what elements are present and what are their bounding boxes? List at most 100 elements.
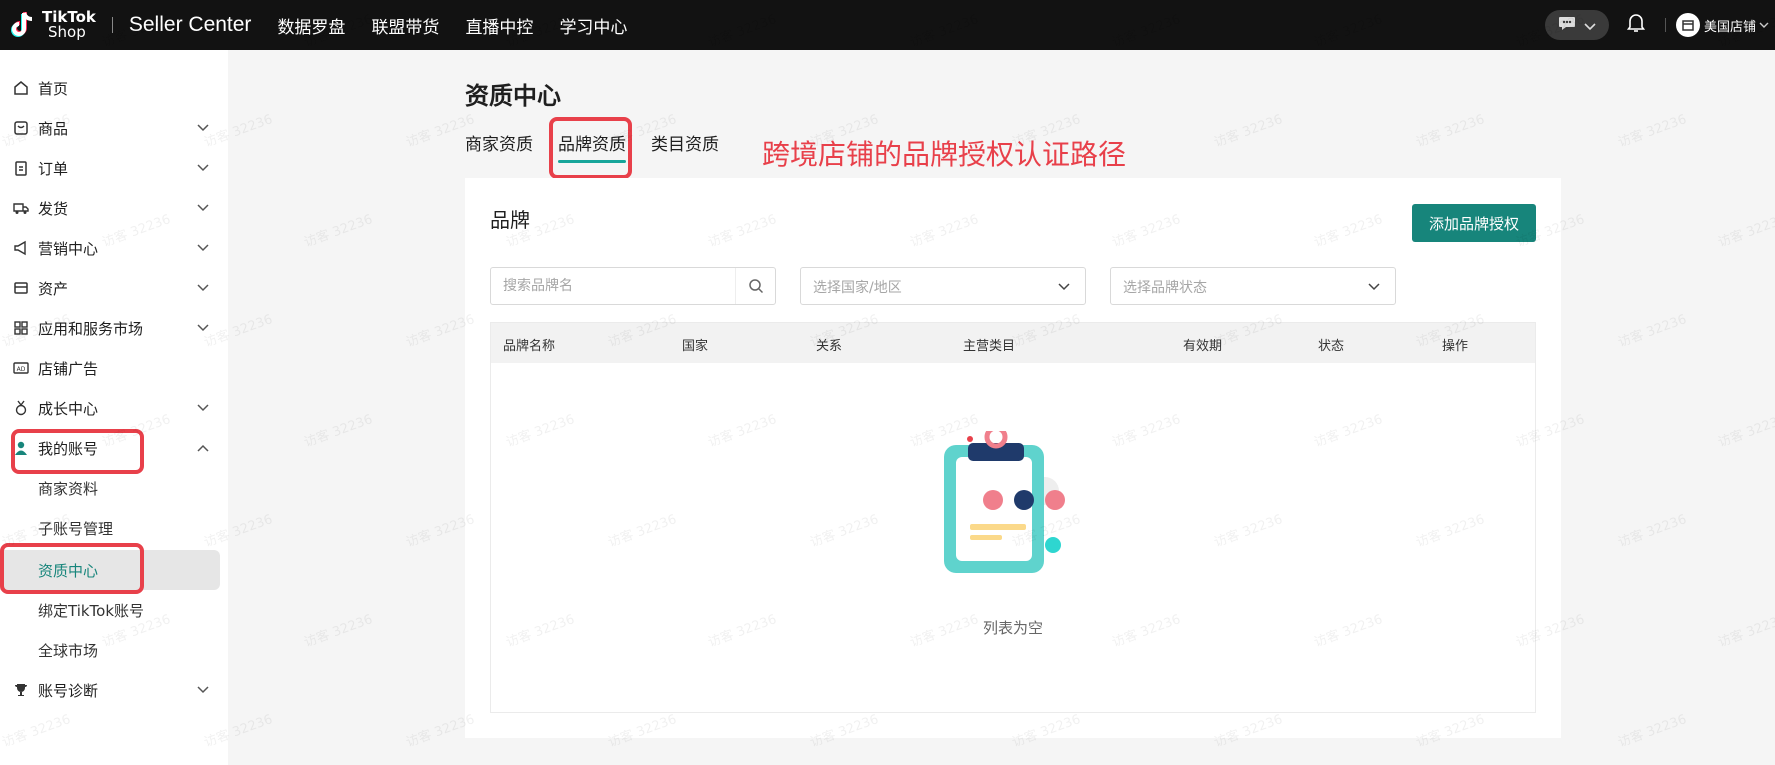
sidebar-item-marketing[interactable]: 营销中心 (0, 228, 220, 268)
country-select[interactable]: 选择国家/地区 (800, 267, 1086, 305)
sidebar-sub-label: 商家资料 (38, 479, 99, 498)
brand-card: 品牌 添加品牌授权 选择国家/地区 选择品牌状态 品牌名称 国家 关系 主营类目… (465, 178, 1561, 738)
chevron-up-icon (197, 444, 209, 452)
sidebar-item-my-account[interactable]: 我的账号 (0, 428, 220, 468)
bell-icon[interactable] (1626, 13, 1646, 37)
store-name: 美国店铺 (1703, 19, 1756, 35)
brand-status-select[interactable]: 选择品牌状态 (1110, 267, 1396, 305)
nav-data-compass[interactable]: 数据罗盘 (277, 13, 345, 38)
add-brand-authorization-button[interactable]: 添加品牌授权 (1412, 204, 1536, 242)
clipboard-icon (13, 160, 29, 176)
logo-divider (111, 17, 113, 33)
chevron-down-icon (197, 284, 209, 292)
watermark-text: 访客 32236 (1716, 612, 1775, 651)
apps-grid-icon (13, 320, 29, 336)
brand-search-input[interactable] (491, 268, 731, 304)
watermark-text: 访客 32236 (1716, 412, 1775, 451)
sidebar-item-label: 店铺广告 (38, 359, 99, 378)
chevron-down-icon (1058, 283, 1070, 291)
sidebar-item-store-ads[interactable]: AD 店铺广告 (0, 348, 220, 388)
truck-icon (13, 200, 29, 216)
sidebar-item-orders[interactable]: 订单 (0, 148, 220, 188)
chevron-down-icon (197, 244, 209, 252)
chevron-down-icon (197, 204, 209, 212)
top-bar: TikTok Shop Seller Center 数据罗盘 联盟带货 直播中控… (0, 0, 1775, 50)
column-header-actions: 操作 (1442, 339, 1469, 354)
annotation-text: 跨境店铺的品牌授权认证路径 (762, 138, 1127, 171)
sidebar-item-label: 首页 (38, 79, 69, 98)
table-header: 品牌名称 国家 关系 主营类目 有效期 状态 操作 (491, 323, 1535, 363)
chevron-down-icon (197, 404, 209, 412)
sidebar-item-products[interactable]: 商品 (0, 108, 220, 148)
user-icon (13, 440, 29, 456)
sidebar-item-assets[interactable]: 资产 (0, 268, 220, 308)
store-switcher[interactable]: 美国店铺 (1675, 13, 1769, 37)
sidebar-item-label: 商品 (38, 119, 69, 138)
brand-table: 品牌名称 国家 关系 主营类目 有效期 状态 操作 列表为空 (490, 322, 1536, 713)
tab-merchant-qualification[interactable]: 商家资质 (465, 130, 533, 155)
sidebar-sub-label: 子账号管理 (38, 519, 114, 538)
sidebar-sub-merchant-info[interactable]: 商家资料 (0, 468, 220, 508)
chevron-down-icon (1584, 16, 1596, 35)
chevron-down-icon (197, 124, 209, 132)
ad-icon: AD (13, 360, 29, 376)
sidebar-sub-label: 全球市场 (38, 641, 99, 660)
chat-button[interactable] (1544, 10, 1609, 40)
sidebar-item-label: 账号诊断 (38, 681, 99, 700)
product-box-icon (13, 120, 29, 136)
search-icon[interactable] (735, 268, 775, 304)
tab-brand-qualification[interactable]: 品牌资质 (558, 130, 626, 163)
sidebar-item-app-market[interactable]: 应用和服务市场 (0, 308, 220, 348)
megaphone-icon (13, 240, 29, 256)
home-icon (13, 80, 29, 96)
sidebar-item-label: 资产 (38, 279, 69, 298)
chevron-down-icon (197, 324, 209, 332)
store-avatar-icon (1675, 13, 1700, 37)
chat-bubble-icon (1558, 15, 1576, 35)
chevron-down-icon (1368, 283, 1380, 291)
sidebar-sub-label: 绑定TikTok账号 (38, 601, 145, 620)
sidebar-item-account-diagnosis[interactable]: 账号诊断 (0, 670, 220, 710)
trophy-icon (13, 682, 29, 698)
wallet-icon (13, 280, 29, 296)
column-header-relation: 关系 (816, 339, 843, 354)
chevron-down-icon (197, 686, 209, 694)
logo-text-line2: Shop (48, 23, 86, 41)
country-select-placeholder: 选择国家/地区 (813, 280, 902, 296)
sidebar-sub-qualification-center[interactable]: 资质中心 (0, 550, 220, 590)
empty-clipboard-icon (940, 425, 1080, 585)
column-header-brand-name: 品牌名称 (503, 339, 556, 354)
watermark-text: 访客 32236 (302, 212, 375, 251)
sidebar-item-shipping[interactable]: 发货 (0, 188, 220, 228)
watermark-text: 访客 32236 (1616, 312, 1689, 351)
tiktok-note-icon (10, 10, 38, 40)
sidebar-item-label: 成长中心 (38, 399, 99, 418)
sidebar-item-label: 我的账号 (38, 439, 99, 458)
sidebar: 首页 商品 订单 发货 营销中心 资产 应用和服务市场 AD 店铺广告 成长中心 (0, 50, 228, 765)
watermark-text: 访客 32236 (1616, 112, 1689, 151)
sidebar-sub-global-market[interactable]: 全球市场 (0, 630, 220, 670)
sidebar-sub-label: 资质中心 (38, 561, 99, 580)
column-header-validity: 有效期 (1183, 339, 1223, 354)
column-header-status: 状态 (1318, 339, 1345, 354)
watermark-text: 访客 32236 (1414, 112, 1487, 151)
column-header-main-category: 主营类目 (963, 339, 1016, 354)
sidebar-sub-bind-tiktok[interactable]: 绑定TikTok账号 (0, 590, 220, 630)
sidebar-sub-subaccounts[interactable]: 子账号管理 (0, 508, 220, 548)
sidebar-item-label: 发货 (38, 199, 69, 218)
medal-icon (13, 400, 29, 416)
tiktok-shop-logo[interactable]: TikTok Shop (10, 10, 96, 40)
chevron-down-icon (197, 164, 209, 172)
sidebar-item-growth[interactable]: 成长中心 (0, 388, 220, 428)
nav-learning-center[interactable]: 学习中心 (559, 13, 627, 38)
nav-affiliate[interactable]: 联盟带货 (371, 13, 439, 38)
sidebar-item-home[interactable]: 首页 (0, 68, 220, 108)
svg-text:AD: AD (17, 366, 26, 373)
sidebar-item-label: 营销中心 (38, 239, 99, 258)
brand-search-field (490, 267, 776, 305)
tab-category-qualification[interactable]: 类目资质 (651, 130, 719, 155)
nav-live-control[interactable]: 直播中控 (465, 13, 533, 38)
page-title: 资质中心 (465, 82, 561, 110)
card-title: 品牌 (490, 208, 530, 232)
top-nav: 数据罗盘 联盟带货 直播中控 学习中心 (265, 13, 627, 38)
